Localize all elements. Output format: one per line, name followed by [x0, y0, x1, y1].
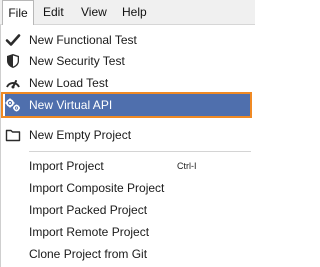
- menu-item-label: New Functional Test: [29, 33, 137, 47]
- menu-item-clone-project-from-git[interactable]: Clone Project from Git: [1, 243, 256, 265]
- menu-item-new-load-test[interactable]: New Load Test: [1, 72, 256, 94]
- menu-item-new-security-test[interactable]: New Security Test: [1, 50, 256, 72]
- menu-item-label: New Virtual API: [29, 98, 113, 112]
- menu-item-label: New Empty Project: [29, 128, 132, 142]
- load-test-icon: [5, 75, 21, 91]
- menu-item-label: Import Project: [29, 159, 104, 173]
- menu-item-new-empty-project[interactable]: New Empty Project: [1, 124, 256, 146]
- menu-view[interactable]: View: [81, 0, 107, 25]
- folder-icon: [5, 127, 21, 143]
- file-menu-dropdown: New Functional Test New Security Test Ne…: [0, 25, 255, 267]
- menu-help[interactable]: Help: [122, 0, 147, 25]
- menu-item-label: Import Composite Project: [29, 181, 165, 195]
- menu-bar: File Edit View Help: [0, 0, 255, 26]
- shield-icon: [5, 53, 21, 69]
- menu-item-label: New Load Test: [29, 76, 109, 90]
- virtual-api-icon: [5, 97, 21, 113]
- menu-item-label: New Security Test: [29, 54, 125, 68]
- menu-item-label: Import Remote Project: [29, 225, 150, 239]
- checkmark-icon: [5, 32, 21, 48]
- menu-item-new-virtual-api[interactable]: New Virtual API: [5, 94, 250, 116]
- menu-item-label: Clone Project from Git: [29, 247, 148, 261]
- menu-item-import-remote-project[interactable]: Import Remote Project: [1, 221, 256, 243]
- menu-item-new-functional-test[interactable]: New Functional Test: [1, 29, 256, 51]
- menu-item-label: Import Packed Project: [29, 203, 148, 217]
- menu-file[interactable]: File: [2, 0, 34, 26]
- menu-item-import-composite-project[interactable]: Import Composite Project: [1, 177, 256, 199]
- menu-separator: [29, 151, 251, 152]
- menu-item-import-project[interactable]: Import Project Ctrl-I: [1, 155, 256, 177]
- menu-edit[interactable]: Edit: [43, 0, 64, 25]
- menu-item-import-packed-project[interactable]: Import Packed Project: [1, 199, 256, 221]
- menu-item-shortcut: Ctrl-I: [177, 161, 197, 171]
